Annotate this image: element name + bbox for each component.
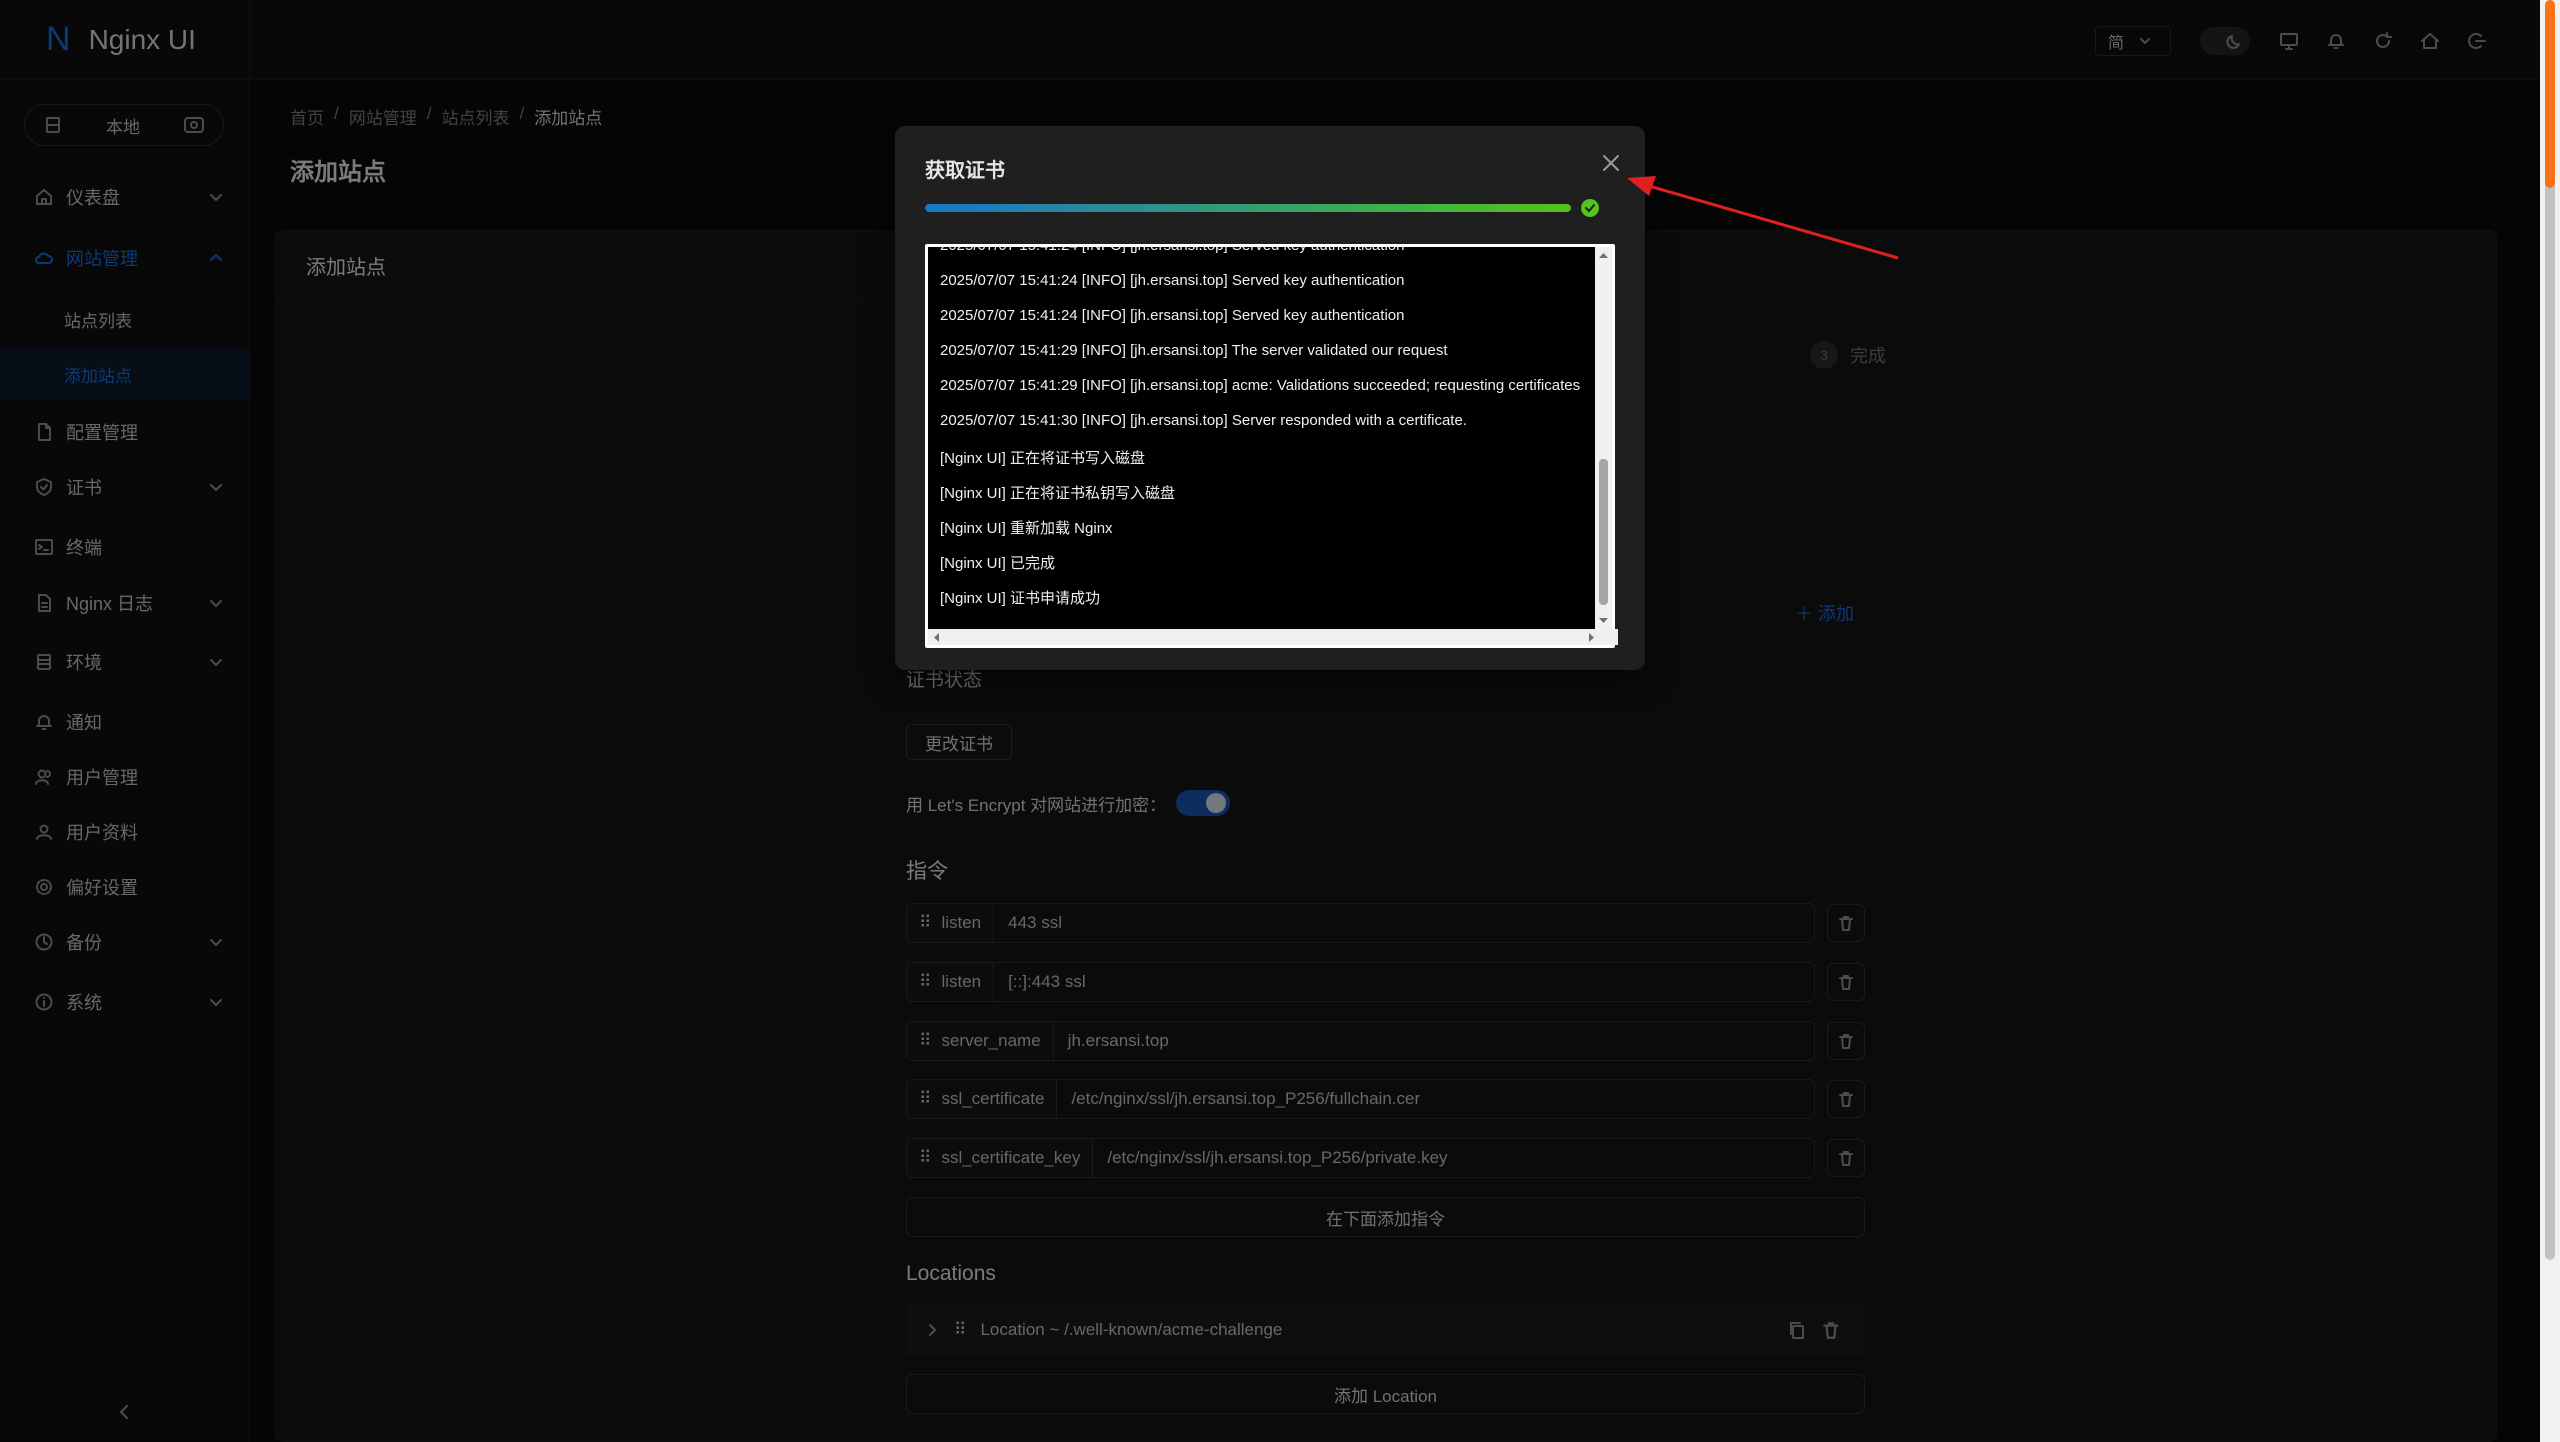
log-line: [Nginx UI] 已完成 (940, 555, 1056, 572)
log-line: [Nginx UI] 正在将证书私钥写入磁盘 (940, 485, 1176, 502)
log-vertical-scrollbar[interactable] (1595, 247, 1612, 629)
success-check-icon (1581, 199, 1599, 217)
log-output[interactable]: 2025/07/07 15:41:24 [INFO] [jh.ersansi.t… (925, 244, 1618, 648)
log-scroll-thumb[interactable] (1599, 459, 1608, 605)
close-icon[interactable] (1600, 152, 1622, 174)
log-line: 2025/07/07 15:41:24 [INFO] [jh.ersansi.t… (940, 307, 1405, 324)
scroll-left-icon[interactable] (932, 632, 940, 643)
scroll-right-icon[interactable] (1588, 632, 1596, 643)
page-scroll-highlight (2545, 0, 2555, 188)
log-line: [Nginx UI] 重新加载 Nginx (940, 520, 1113, 537)
log-lines: 2025/07/07 15:41:24 [INFO] [jh.ersansi.t… (928, 247, 1598, 627)
log-line: 2025/07/07 15:41:24 [INFO] [jh.ersansi.t… (940, 247, 1404, 254)
progress-fill (925, 204, 1571, 212)
page-scroll-thumb[interactable] (2545, 0, 2555, 1260)
log-line: [Nginx UI] 正在将证书写入磁盘 (940, 450, 1146, 467)
log-line: 2025/07/07 15:41:29 [INFO] [jh.ersansi.t… (940, 377, 1581, 394)
progress-bar (925, 204, 1571, 212)
log-line: 2025/07/07 15:41:29 [INFO] [jh.ersansi.t… (940, 342, 1448, 359)
page-scrollbar[interactable] (2540, 0, 2560, 1442)
obtain-cert-modal: 获取证书 2025/07/07 15:41:24 [INFO] [jh.ersa… (895, 126, 1645, 670)
log-line: 2025/07/07 15:41:30 [INFO] [jh.ersansi.t… (940, 412, 1467, 429)
log-horizontal-scrollbar[interactable] (928, 629, 1618, 645)
log-line: [Nginx UI] 证书申请成功 (940, 590, 1101, 607)
modal-title: 获取证书 (925, 160, 1005, 182)
scroll-down-icon[interactable] (1598, 617, 1609, 625)
scroll-up-icon[interactable] (1598, 251, 1609, 259)
log-line: 2025/07/07 15:41:24 [INFO] [jh.ersansi.t… (940, 272, 1405, 289)
